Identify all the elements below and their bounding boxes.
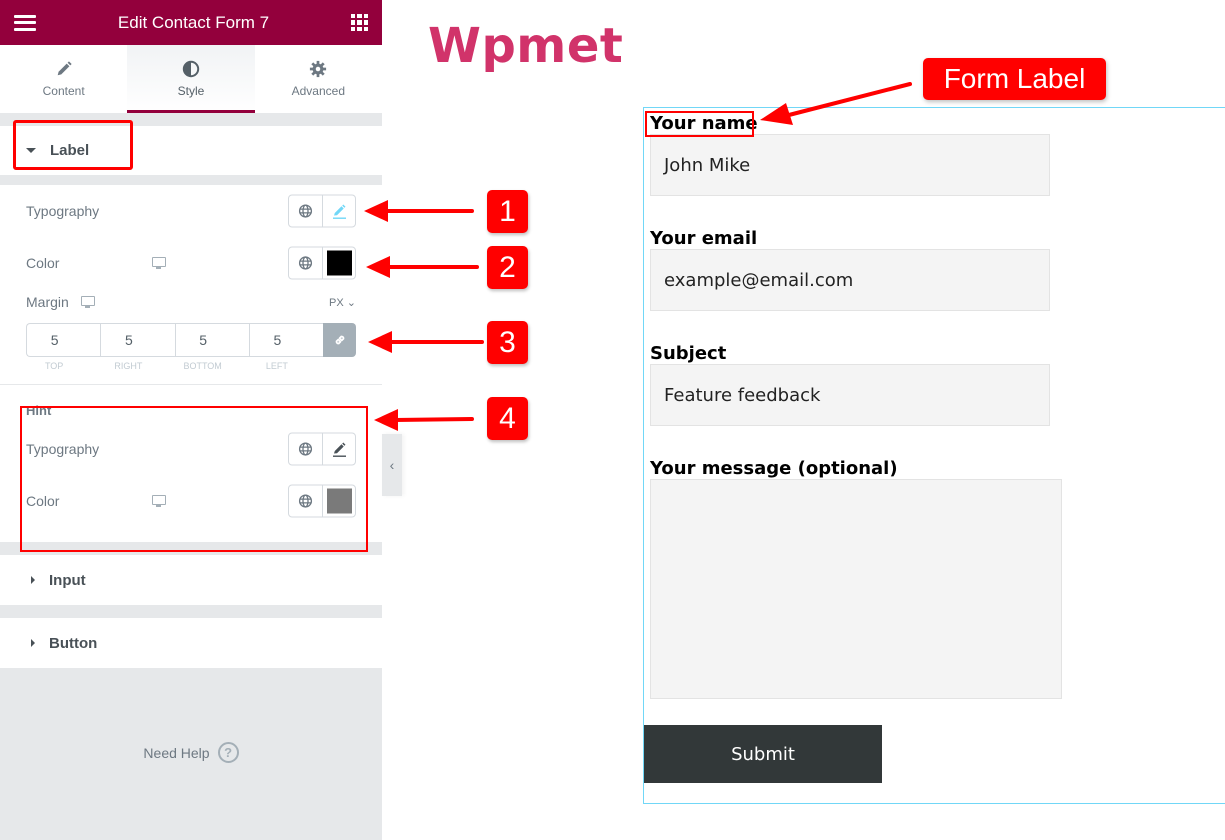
edit-typography-button[interactable] [322, 433, 355, 465]
section-input-title: Input [49, 571, 86, 589]
margin-left-input[interactable]: 5 [248, 323, 323, 357]
label-color-control: Color [0, 237, 382, 289]
globe-icon [298, 204, 313, 218]
annotation-badge-3: 3 [487, 321, 528, 364]
monitor-icon[interactable] [80, 296, 95, 308]
hint-color-control: Color [0, 475, 382, 527]
help-icon: ? [217, 742, 239, 763]
section-button-header[interactable]: Button [0, 618, 382, 668]
side-label-top: TOP [44, 361, 64, 371]
tab-style[interactable]: Style [127, 45, 255, 113]
margin-top-input[interactable]: 5 [26, 323, 101, 357]
field-label-email: Your email [650, 228, 758, 249]
grid-icon[interactable] [350, 14, 368, 31]
tab-advanced[interactable]: Advanced [255, 45, 382, 113]
panel-tabs: Content Style Advanced [0, 45, 382, 113]
color-swatch [326, 250, 352, 276]
pencil-icon [333, 204, 346, 219]
monitor-icon[interactable] [152, 495, 166, 507]
hint-typography-label: Typography [26, 441, 100, 457]
arrow-3 [368, 331, 484, 353]
form-container [643, 107, 1225, 804]
annotation-badge-1: 1 [487, 190, 528, 233]
tab-content[interactable]: Content [0, 45, 127, 113]
pencil-icon [333, 442, 346, 457]
annotation-badge-4: 4 [487, 397, 528, 440]
label-typography-control: Typography [0, 185, 382, 237]
label-color-buttons [288, 246, 356, 280]
submit-button[interactable]: Submit [644, 725, 882, 783]
label-typography-buttons [288, 194, 356, 228]
pencil-icon [57, 61, 72, 76]
need-help-link[interactable]: Need Help ? [0, 742, 382, 763]
caret-right-icon [31, 576, 35, 584]
margin-bottom-input[interactable]: 5 [174, 323, 249, 357]
caret-down-icon [26, 148, 36, 153]
field-label-message: Your message (optional) [650, 458, 898, 479]
section-label-body: Typography Color Margin PX ⌄ 5 5 5 5 TOP… [0, 185, 382, 385]
section-button-title: Button [49, 634, 98, 652]
panel-header: Edit Contact Form 7 [0, 0, 382, 45]
globe-icon [298, 256, 313, 270]
editor-panel: Edit Contact Form 7 Content Style Advanc… [0, 0, 382, 840]
brand-title: Wpmet [428, 18, 624, 74]
label-color-label: Color [26, 255, 60, 271]
message-textarea[interactable] [650, 479, 1062, 699]
global-button[interactable] [289, 248, 322, 279]
section-input-header[interactable]: Input [0, 555, 382, 605]
side-label-right: RIGHT [114, 361, 143, 371]
panel-title: Edit Contact Form 7 [117, 12, 270, 32]
form-label-callout: Form Label [923, 58, 1106, 100]
color-swatch [326, 488, 352, 514]
globe-icon [298, 494, 313, 508]
side-label-bottom: BOTTOM [183, 361, 222, 371]
margin-inputs: 5 5 5 5 [26, 323, 356, 357]
section-hint-body: Hint Typography Color [0, 385, 382, 542]
hint-typography-control: Typography [0, 423, 382, 475]
hint-color-label: Color [26, 493, 60, 509]
unit-select[interactable]: PX ⌄ [329, 296, 356, 309]
field-label-name: Your name [650, 113, 758, 134]
label-color-picker[interactable] [322, 247, 355, 279]
margin-right-input[interactable]: 5 [100, 323, 175, 357]
contrast-icon [182, 60, 200, 78]
margin-side-labels: TOP RIGHT BOTTOM LEFT [26, 361, 356, 371]
arrow-4 [374, 409, 474, 431]
name-input[interactable]: John Mike [650, 134, 1050, 196]
field-label-subject: Subject [650, 343, 727, 364]
edit-typography-button[interactable] [322, 195, 355, 227]
caret-right-icon [31, 639, 35, 647]
section-label-header[interactable]: Label [0, 126, 382, 176]
hint-color-buttons [288, 484, 356, 518]
link-values-button[interactable] [323, 323, 356, 357]
global-button[interactable] [289, 434, 322, 465]
monitor-icon[interactable] [152, 257, 166, 269]
arrow-2 [366, 256, 479, 278]
label-typography-label: Typography [26, 203, 100, 219]
side-label-left: LEFT [265, 361, 288, 371]
collapse-panel-button[interactable]: ‹ [382, 434, 402, 496]
globe-icon [298, 442, 313, 456]
gear-icon [310, 60, 327, 78]
tab-advanced-label: Advanced [291, 84, 345, 98]
link-icon [335, 335, 344, 345]
label-margin-control: Margin PX ⌄ 5 5 5 5 TOP RIGHT BOTTOM LEF… [0, 291, 382, 371]
hint-typography-buttons [288, 432, 356, 466]
margin-label: Margin [26, 294, 69, 310]
tab-style-label: Style [177, 84, 205, 98]
global-button[interactable] [289, 196, 322, 227]
hint-color-picker[interactable] [322, 485, 355, 517]
need-help-label: Need Help [143, 744, 210, 761]
email-input[interactable]: example@email.com [650, 249, 1050, 311]
tab-content-label: Content [42, 84, 85, 98]
annotation-badge-2: 2 [487, 246, 528, 289]
hamburger-icon[interactable] [14, 14, 36, 31]
subject-input[interactable]: Feature feedback [650, 364, 1050, 426]
global-button[interactable] [289, 486, 322, 517]
section-label-title: Label [50, 142, 90, 159]
hint-heading: Hint [26, 403, 52, 418]
